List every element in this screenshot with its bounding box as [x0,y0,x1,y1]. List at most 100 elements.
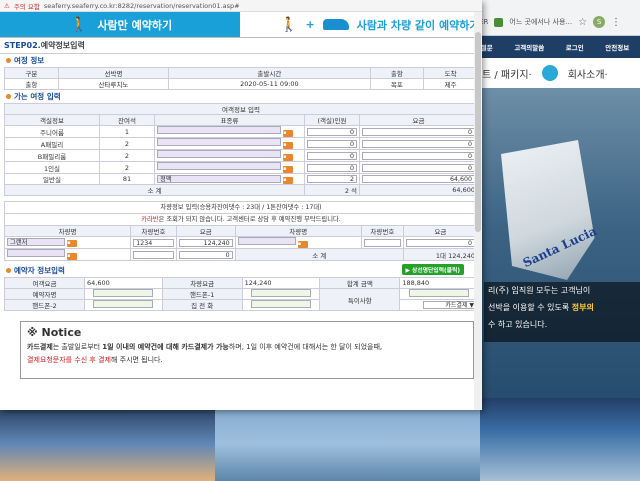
vehicle-fare: 124,240 [178,238,233,247]
ticket-type-button[interactable]: ▪ [283,176,294,184]
cabin-header: (객실)인원 [304,114,360,126]
vehicle-select-button[interactable]: ▪ [67,240,78,247]
cabin-fare: 64,600 [362,175,475,183]
tab-person-vehicle-label: 사람과 차량 같이 예약하기 [356,18,480,32]
tab-person-only-label: 사람만 예약하기 [97,18,173,32]
booker-name-input[interactable] [93,289,154,297]
passenger-list-button[interactable]: ▶ 상선명단입력(클릭) [401,264,464,275]
cabin-count-input[interactable]: 0 [307,163,357,172]
bg-notice-line3: 수 하고 있습니다. [488,320,548,329]
profile-avatar[interactable]: S [593,16,606,28]
bookmark-2[interactable]: 어느 곳에서나 사용... [509,17,572,27]
tab-person-vehicle[interactable]: 🚶 + 사람과 차량 같이 예약하기 [240,12,482,37]
vehicle-number-input[interactable] [363,238,401,247]
subnav-package[interactable]: 트 / 패키지· [482,66,532,81]
phone1-input[interactable] [250,289,311,297]
notice-text1: 는 출발일로부터 [52,343,103,351]
vehicle-header: 요금 [402,225,479,237]
ticket-type-select[interactable] [157,150,281,158]
special-notes-input[interactable] [408,289,469,297]
cabin-remaining: 1 [99,125,155,138]
trip-header: 출발시간 [168,67,371,79]
booker-label: 특이사항 [319,288,401,311]
subnav-company[interactable]: 회사소개· [568,66,608,81]
booker-label: 예약자명 [4,288,85,300]
ticket-type-select[interactable]: 정액 [157,174,281,183]
cabin-header: 요금 [359,114,478,126]
vehicle-name-input[interactable] [7,249,65,257]
bookmark-favicon [494,17,504,27]
trip-header: 출항 [369,67,425,79]
trip-cell: 제주 [423,78,478,90]
cabin-count-input[interactable]: 0 [307,139,357,148]
cabin-fare: 0 [362,163,475,172]
cabin-count-input[interactable]: 0 [307,151,357,160]
ticket-type-button[interactable]: ▪ [283,142,294,149]
vehicle-number-input[interactable] [133,250,174,259]
step-number: STEP02. [4,41,41,50]
cabin-fare: 0 [362,139,475,148]
nav-item-1[interactable]: 절문 [481,42,493,52]
vehicle-title: 차량정보 입력(승용차잔여댓수 : 23대 / 1톤잔여댓수 : 17대) [4,201,478,214]
vehicle-select-button[interactable]: ▪ [67,253,78,260]
trip-table: 구분 선박명 출발시간 출항 도착 출항 산타루치노 2020-05-11 09:00 목포 제… [4,67,478,90]
phone2-input[interactable] [93,300,154,308]
harbor-image [215,398,480,481]
ticket-type-button[interactable]: ▪ [283,154,294,161]
home-phone-input[interactable] [250,300,311,308]
nav-item-4[interactable]: 안전정보 [605,42,629,52]
notice-title: ※ Notice [27,326,82,339]
bullet-icon [6,268,11,273]
popup-address-bar: ⚠ 주의 요함 seaferry.seaferry.co.kr:8282/res… [0,0,482,12]
cabin-subtotal-label: 소 계 [4,184,305,196]
vehicle-note-red: 카라반 [141,216,159,223]
notice-box: ※ Notice 카드결제는 출발일로부터 1일 이내의 예약건에 대해 카드결… [20,321,474,379]
cabin-name: A패밀리 [4,137,100,150]
cabin-count-input[interactable]: 0 [307,127,357,136]
scrollbar-thumb[interactable] [475,32,481,232]
booker-label: 집 전 화 [161,299,243,311]
security-warning[interactable]: 주의 요함 [14,1,40,11]
ticket-type-button[interactable]: ▪ [283,130,294,137]
person-icon: 🚶 [70,16,88,33]
trip-header: 도착 [423,67,478,79]
nav-item-3[interactable]: 로그인 [566,42,584,52]
trip-cell: 출항 [4,78,59,90]
popup-scrollbar[interactable] [474,12,482,410]
section-trip: 여정 정보 [0,54,482,67]
bookmark-bar: AVER 어느 곳에서나 사용... ☆ S ⋮ [470,12,640,32]
site-subnav: 트 / 패키지· 회사소개· [470,58,640,88]
vehicle-name-input[interactable]: 그랜저 [7,238,65,246]
ticket-type-select[interactable] [157,162,281,170]
vehicle-subtotal-count: 1대 [435,251,447,260]
cabin-count-input[interactable]: 2 [307,175,357,183]
nav-item-2[interactable]: 고객의말씀 [514,42,544,52]
vehicle-number-input[interactable]: 1234 [133,238,174,247]
passenger-fare-value: 64,600 [84,277,163,289]
payment-method-select[interactable]: 카드결제 ▼ [423,301,475,309]
ticket-type-select[interactable] [157,126,281,134]
cabin-name: B패밀리룸 [4,149,100,162]
star-icon[interactable]: ☆ [578,17,587,28]
cabin-name: 1인실 [4,161,100,174]
menu-icon[interactable]: ⋮ [611,17,621,28]
reservation-type-tabs: 🚶 사람만 예약하기 🚶 + 사람과 차량 같이 예약하기 [0,12,482,38]
cabin-header: 잔여석 [99,114,155,126]
vehicle-fare: 0 [178,250,233,259]
cabin-fare: 0 [362,127,475,136]
person-icon: 🚶 [280,16,298,33]
section-cabin-title: 가는 여정 입력 [14,92,61,101]
vehicle-header: 차량번호 [360,225,404,237]
step-title: STEP02. 예약정보입력 [0,38,482,54]
tab-person-only[interactable]: 🚶 사람만 예약하기 [0,12,240,37]
user-icon [541,65,558,81]
vehicle-name-input[interactable] [237,237,296,245]
cabin-remaining: 2 [99,149,155,162]
vehicle-select-button[interactable]: ▪ [297,241,308,248]
cabin-subtotal-count: 2 석 [304,184,360,196]
ticket-type-select[interactable] [157,138,281,146]
trip-header: 구분 [4,67,59,79]
ticket-type-button[interactable]: ▪ [283,166,294,173]
sunset-image [0,398,215,481]
popup-url[interactable]: seaferry.seaferry.co.kr:8282/reservation… [44,2,240,10]
